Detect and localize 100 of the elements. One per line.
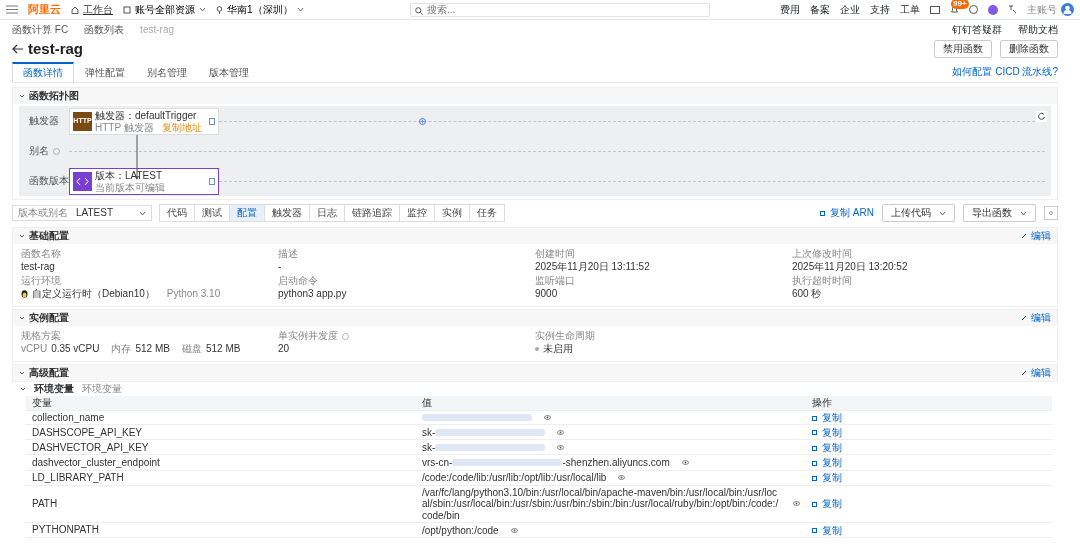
copy-arn-link[interactable]: 复制 ARN <box>820 207 874 219</box>
chevron-down-icon[interactable] <box>19 93 25 99</box>
notification-badge: 99+ <box>951 0 969 9</box>
workbench-link[interactable]: 工作台 <box>71 3 113 16</box>
spec-label: 内存 <box>111 343 132 355</box>
field-label: 执行超时时间 <box>792 275 852 287</box>
copy-link[interactable]: 复制 <box>811 472 842 484</box>
function-tab[interactable]: 实例 <box>434 204 470 222</box>
action-button[interactable]: 禁用函数 <box>934 40 992 58</box>
copy-link[interactable]: 复制 <box>811 498 842 510</box>
field-label: 单实例并发度 <box>278 330 338 342</box>
edit-link[interactable]: 编辑 <box>1021 312 1051 324</box>
ai-assistant-icon[interactable] <box>988 4 998 15</box>
function-tab[interactable]: 触发器 <box>264 204 310 222</box>
lane-label: 函数版本 <box>29 175 69 187</box>
header-link[interactable]: 备案 <box>810 3 830 16</box>
eye-icon[interactable] <box>792 501 800 507</box>
add-node-icon[interactable] <box>419 117 426 125</box>
column-header: 变量 <box>26 396 416 410</box>
function-tab[interactable]: 代码 <box>159 204 195 222</box>
terminal-icon[interactable] <box>930 5 940 14</box>
home-icon <box>71 5 79 14</box>
field-label: 运行环境 <box>21 275 61 287</box>
subsection-title: 环境变量 <box>34 383 74 395</box>
header-link[interactable]: 费用 <box>780 3 800 16</box>
function-tab[interactable]: 测试 <box>194 204 230 222</box>
breadcrumb-link[interactable]: 函数计算 FC <box>12 24 69 36</box>
eye-icon[interactable] <box>543 414 551 420</box>
select-value: LATEST <box>76 207 114 219</box>
function-tab[interactable]: 链路追踪 <box>344 204 400 222</box>
header-link[interactable]: 工单 <box>900 3 920 16</box>
field-label: 创建时间 <box>535 248 575 260</box>
field-label: 实例生命周期 <box>535 330 595 342</box>
caret-icon <box>139 210 146 216</box>
help-link[interactable]: 钉钉答疑群 <box>952 24 1002 36</box>
action-button[interactable]: 删除函数 <box>1000 40 1058 58</box>
section-title: 高级配置 <box>29 367 69 379</box>
eye-icon[interactable] <box>557 444 565 450</box>
chevron-down-icon[interactable] <box>19 233 25 239</box>
field-value: 2025年11月20日 13:20:52 <box>792 261 908 273</box>
table-cell: DASHVECTOR_API_KEY <box>26 439 416 455</box>
field-label: 启动命令 <box>278 275 318 287</box>
refresh-icon[interactable] <box>1036 111 1047 122</box>
menu-icon[interactable] <box>6 5 18 14</box>
table-cell: dashvector_cluster_endpoint <box>26 454 416 471</box>
dropdown-button[interactable]: 上传代码 <box>882 204 955 222</box>
chevron-down-icon[interactable] <box>19 315 25 321</box>
spec-value: 512 MB <box>205 343 241 355</box>
copy-icon <box>811 527 818 534</box>
chevron-down-icon[interactable] <box>20 386 26 392</box>
copy-link[interactable]: 复制 <box>811 524 842 537</box>
copy-link[interactable]: 复制 <box>811 411 842 424</box>
copy-link[interactable]: 复制 <box>811 426 842 439</box>
help-icon[interactable] <box>969 5 978 14</box>
dropdown-button[interactable]: 导出函数 <box>963 204 1036 222</box>
resource-dropdown[interactable]: 账号全部资源 <box>123 3 206 16</box>
value-text: sk- <box>421 426 436 439</box>
table-cell: DASHSCOPE_API_KEY <box>26 424 416 440</box>
bell-icon[interactable] <box>950 5 959 14</box>
column-header: 值 <box>415 396 806 410</box>
avatar-icon[interactable] <box>1061 3 1074 16</box>
eye-icon[interactable] <box>510 527 518 533</box>
table-cell: PYTHONPATH <box>26 522 416 538</box>
function-tab[interactable]: 任务 <box>469 204 505 222</box>
search-field[interactable]: 搜索... <box>410 2 710 17</box>
logo: 阿里云 <box>28 2 61 17</box>
edit-link[interactable]: 编辑 <box>1021 230 1051 242</box>
function-tab[interactable]: 监控 <box>399 204 435 222</box>
chevron-down-icon[interactable] <box>19 370 25 376</box>
caret-icon <box>939 210 946 216</box>
version-node[interactable]: 版本：LATEST 当前版本可编辑 <box>69 167 219 195</box>
node-subtitle: HTTP 触发器 <box>95 121 154 133</box>
search-icon <box>415 6 423 15</box>
eye-icon[interactable] <box>618 475 626 481</box>
header-link[interactable]: 支持 <box>870 3 890 16</box>
copy-link[interactable]: 复制 <box>811 441 842 454</box>
section-title: 函数拓扑图 <box>29 90 79 102</box>
back-arrow-icon[interactable] <box>12 44 24 54</box>
caret-icon <box>1020 210 1027 216</box>
breadcrumb-link[interactable]: 函数列表 <box>84 24 125 36</box>
help-link[interactable]: 帮助文档 <box>1018 24 1058 36</box>
eye-icon[interactable] <box>681 460 689 465</box>
region-dropdown[interactable]: 华南1（深圳） <box>216 3 304 16</box>
more-button[interactable] <box>1044 206 1058 220</box>
copy-icon <box>811 429 818 436</box>
page-tab[interactable]: 函数详情 <box>12 62 74 82</box>
field-value: 2025年11月20日 13:11:52 <box>535 261 650 273</box>
cicd-link[interactable]: 如何配置 CICD 流水线? <box>952 66 1058 78</box>
function-tab[interactable]: 日志 <box>309 204 345 222</box>
spec-value: 512 MB <box>135 343 170 355</box>
eye-icon[interactable] <box>557 429 565 435</box>
function-tab[interactable]: 配置 <box>229 204 265 222</box>
edit-link[interactable]: 编辑 <box>1021 367 1051 379</box>
field-label: 监听端口 <box>535 275 575 287</box>
version-select[interactable]: 版本或别名 LATEST <box>12 205 152 221</box>
account-name: 主账号 <box>1027 3 1057 16</box>
header-link[interactable]: 企业 <box>840 3 860 16</box>
copy-link[interactable]: 复制 <box>811 456 842 469</box>
value-text: /var/fc/lang/python3.10/bin:/usr/local/bin/apache-maven/bin:/usr/local/bin:/usr/local/sbin:/usr/local/bin:/usr/sbin:/usr/bin:/sbin:/bin:/usr/local/ruby/bin:/opt/bin:/code:/code/bin <box>421 486 780 522</box>
linux-icon <box>21 290 28 298</box>
